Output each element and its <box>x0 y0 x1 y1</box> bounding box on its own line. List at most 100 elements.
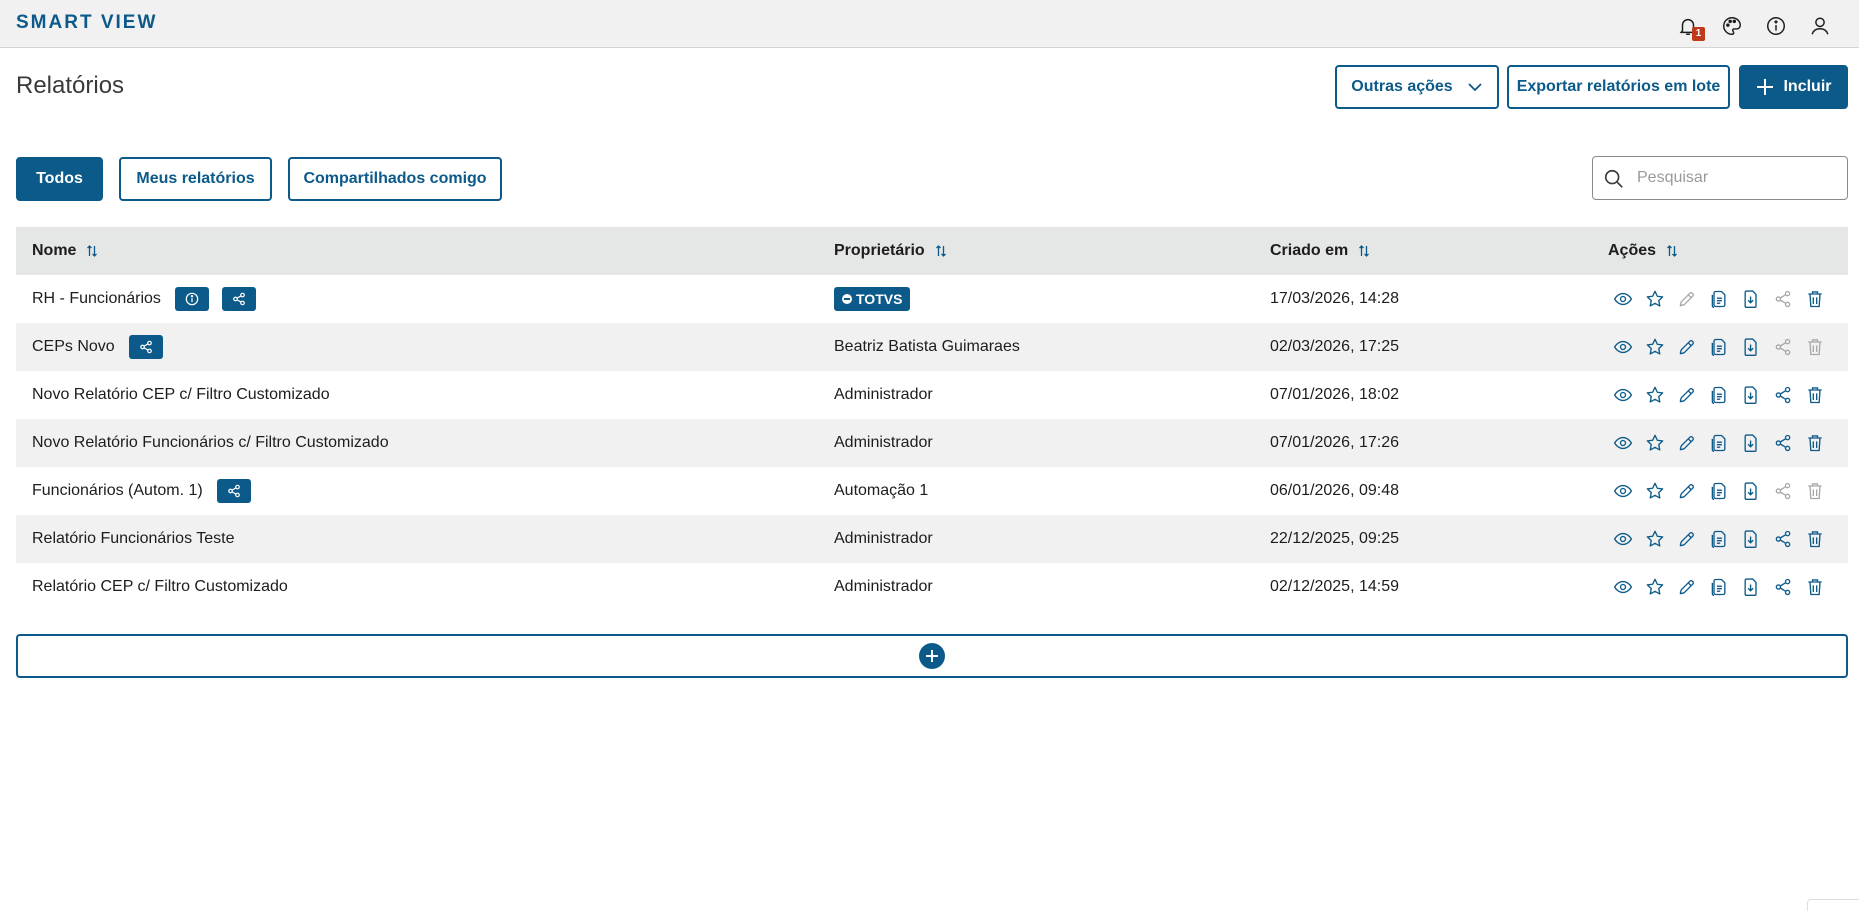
download-action-button[interactable] <box>1740 384 1762 406</box>
copy-icon <box>1711 290 1726 308</box>
notifications-button[interactable]: 1 <box>1675 13 1705 41</box>
trash-action-button[interactable] <box>1804 528 1826 550</box>
copy-action-button[interactable] <box>1708 480 1730 502</box>
cell-actions <box>1612 563 1826 611</box>
eye-action-button[interactable] <box>1612 576 1634 598</box>
shared-tag-button[interactable] <box>221 287 256 311</box>
copy-action-button[interactable] <box>1708 528 1730 550</box>
share-action-button[interactable] <box>1772 528 1794 550</box>
pencil-action-button[interactable] <box>1676 528 1698 550</box>
copy-action-button[interactable] <box>1708 384 1730 406</box>
share-action-button[interactable] <box>1772 576 1794 598</box>
copy-action-button[interactable] <box>1708 576 1730 598</box>
share-icon <box>1775 386 1791 404</box>
theme-button[interactable] <box>1719 13 1745 39</box>
download-action-button[interactable] <box>1740 528 1762 550</box>
pencil-action-button[interactable] <box>1676 336 1698 358</box>
report-name[interactable]: Novo Relatório CEP c/ Filtro Customizado <box>32 386 330 404</box>
load-more-button[interactable] <box>16 634 1848 678</box>
download-action-button[interactable] <box>1740 576 1762 598</box>
report-name[interactable]: Novo Relatório Funcionários c/ Filtro Cu… <box>32 434 389 452</box>
info-button[interactable] <box>1763 13 1789 39</box>
share-action-button[interactable] <box>1772 384 1794 406</box>
report-name[interactable]: CEPs Novo <box>32 338 115 356</box>
created-date: 07/01/2026, 18:02 <box>1270 386 1400 403</box>
cell-actions <box>1612 371 1826 419</box>
cell-actions <box>1612 419 1826 467</box>
star-action-button[interactable] <box>1644 576 1666 598</box>
eye-action-button[interactable] <box>1612 288 1634 310</box>
column-header-created[interactable]: Criado em <box>1270 227 1370 275</box>
eye-action-button[interactable] <box>1612 432 1634 454</box>
download-action-button[interactable] <box>1740 432 1762 454</box>
star-action-button[interactable] <box>1644 288 1666 310</box>
trash-action-button[interactable] <box>1804 576 1826 598</box>
owner-name: Administrador <box>834 434 933 451</box>
star-icon <box>1646 578 1664 595</box>
star-icon <box>1646 434 1664 451</box>
column-header-name[interactable]: Nome <box>32 227 98 275</box>
eye-icon <box>1613 580 1633 594</box>
cell-name: RH - Funcionários <box>32 275 256 323</box>
pencil-icon <box>1679 532 1694 547</box>
report-name[interactable]: Relatório Funcionários Teste <box>32 530 234 548</box>
download-icon <box>1744 530 1757 548</box>
user-button[interactable] <box>1807 13 1833 39</box>
column-header-owner[interactable]: Proprietário <box>834 227 947 275</box>
star-action-button[interactable] <box>1644 384 1666 406</box>
eye-action-button[interactable] <box>1612 528 1634 550</box>
star-action-button[interactable] <box>1644 528 1666 550</box>
copy-action-button[interactable] <box>1708 288 1730 310</box>
info-tag-button[interactable] <box>174 287 209 311</box>
filter-all-button[interactable]: Todos <box>16 157 103 201</box>
eye-icon <box>1613 484 1633 498</box>
export-batch-button[interactable]: Exportar relatórios em lote <box>1507 65 1730 109</box>
report-name[interactable]: Funcionários (Autom. 1) <box>32 482 203 500</box>
copy-action-button[interactable] <box>1708 336 1730 358</box>
eye-action-button[interactable] <box>1612 480 1634 502</box>
cell-name: Relatório CEP c/ Filtro Customizado <box>32 563 288 611</box>
copy-icon <box>1711 578 1726 596</box>
share-action-button[interactable] <box>1772 432 1794 454</box>
search-input[interactable] <box>1637 165 1837 191</box>
created-date: 02/12/2025, 14:59 <box>1270 578 1400 595</box>
shared-tag-button[interactable] <box>128 335 163 359</box>
pencil-action-button[interactable] <box>1676 432 1698 454</box>
share-icon <box>227 484 240 498</box>
cell-owner: Administrador <box>834 515 933 563</box>
share-icon <box>139 340 152 354</box>
trash-action-button[interactable] <box>1804 432 1826 454</box>
trash-action-button[interactable] <box>1804 384 1826 406</box>
shared-tag-button[interactable] <box>216 479 251 503</box>
download-action-button[interactable] <box>1740 288 1762 310</box>
cell-created: 02/03/2026, 17:25 <box>1270 323 1399 371</box>
app-brand[interactable]: SMART VIEW <box>16 12 157 34</box>
copy-action-button[interactable] <box>1708 432 1730 454</box>
star-action-button[interactable] <box>1644 432 1666 454</box>
pencil-action-button[interactable] <box>1676 384 1698 406</box>
star-action-button[interactable] <box>1644 480 1666 502</box>
eye-icon <box>1613 292 1633 306</box>
trash-icon <box>1808 531 1822 548</box>
star-action-button[interactable] <box>1644 336 1666 358</box>
corner-tab[interactable] <box>1807 899 1859 911</box>
sort-icon <box>1667 245 1677 257</box>
pencil-action-button[interactable] <box>1676 576 1698 598</box>
include-button[interactable]: Incluir <box>1739 65 1848 109</box>
eye-action-button[interactable] <box>1612 384 1634 406</box>
cell-owner: Administrador <box>834 371 933 419</box>
download-action-button[interactable] <box>1740 336 1762 358</box>
trash-icon <box>1808 435 1822 452</box>
top-bar: SMART VIEW 1 <box>0 0 1859 48</box>
filter-mine-button[interactable]: Meus relatórios <box>119 157 272 201</box>
filter-all-label: Todos <box>36 170 83 187</box>
other-actions-dropdown[interactable]: Outras ações <box>1335 65 1499 109</box>
column-header-actions[interactable]: Ações <box>1608 227 1678 275</box>
pencil-action-button[interactable] <box>1676 480 1698 502</box>
eye-action-button[interactable] <box>1612 336 1634 358</box>
download-action-button[interactable] <box>1740 480 1762 502</box>
report-name[interactable]: Relatório CEP c/ Filtro Customizado <box>32 578 288 596</box>
trash-action-button[interactable] <box>1804 288 1826 310</box>
filter-shared-button[interactable]: Compartilhados comigo <box>288 157 502 201</box>
report-name[interactable]: RH - Funcionários <box>32 290 161 308</box>
